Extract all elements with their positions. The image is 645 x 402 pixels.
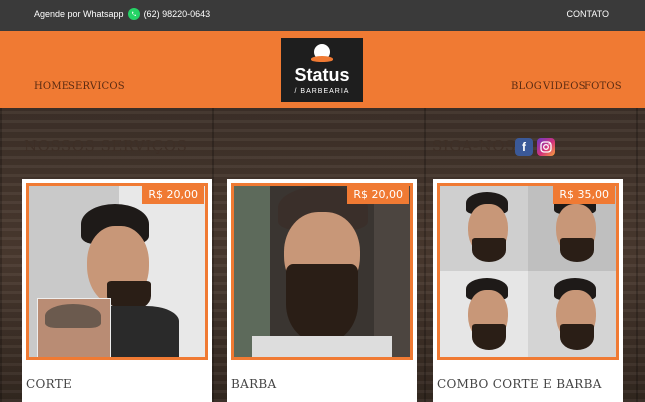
- top-bar: Agende por Whatsapp (62) 98220-0643 CONT…: [0, 0, 645, 31]
- nav-home[interactable]: HOME: [34, 81, 69, 92]
- logo-subtitle: / BARBEARIA: [294, 88, 350, 95]
- site-logo[interactable]: Status / BARBEARIA: [281, 38, 363, 102]
- price-badge: R$ 20,00: [142, 185, 204, 204]
- service-card-combo[interactable]: R$ 35,00 COMBO CORTE E BARBA: [433, 179, 623, 402]
- service-photo: [26, 183, 208, 360]
- nav-videos[interactable]: VIDEOS: [543, 81, 586, 92]
- nav-blog[interactable]: BLOG: [511, 81, 542, 92]
- service-photo: [437, 183, 619, 360]
- price-badge: R$ 20,00: [347, 185, 409, 204]
- service-title[interactable]: CORTE: [26, 377, 72, 391]
- service-title[interactable]: COMBO CORTE E BARBA: [437, 377, 602, 391]
- logo-name: Status: [294, 65, 350, 85]
- service-title[interactable]: BARBA: [231, 377, 277, 391]
- service-photo: [231, 183, 413, 360]
- whatsapp-icon: [127, 8, 140, 20]
- nav-services[interactable]: SERVICOS: [68, 81, 125, 92]
- contact-link[interactable]: CONTATO: [567, 9, 610, 19]
- facebook-icon[interactable]: f: [515, 138, 533, 156]
- service-card-corte[interactable]: R$ 20,00 CORTE: [22, 179, 212, 402]
- price-badge: R$ 35,00: [553, 185, 615, 204]
- nav-photos[interactable]: FOTOS: [584, 81, 622, 92]
- whatsapp-label: Agende por Whatsapp: [34, 9, 124, 19]
- mustache-icon: [311, 56, 333, 62]
- social-section-title: SIGA-NOS: [432, 137, 516, 155]
- whatsapp-contact[interactable]: Agende por Whatsapp (62) 98220-0643: [34, 8, 210, 20]
- services-section-title: NOSSOS SERVIÇOS: [24, 137, 188, 155]
- instagram-icon[interactable]: [537, 138, 555, 156]
- service-card-barba[interactable]: R$ 20,00 BARBA: [227, 179, 417, 402]
- phone-number: (62) 98220-0643: [143, 9, 211, 19]
